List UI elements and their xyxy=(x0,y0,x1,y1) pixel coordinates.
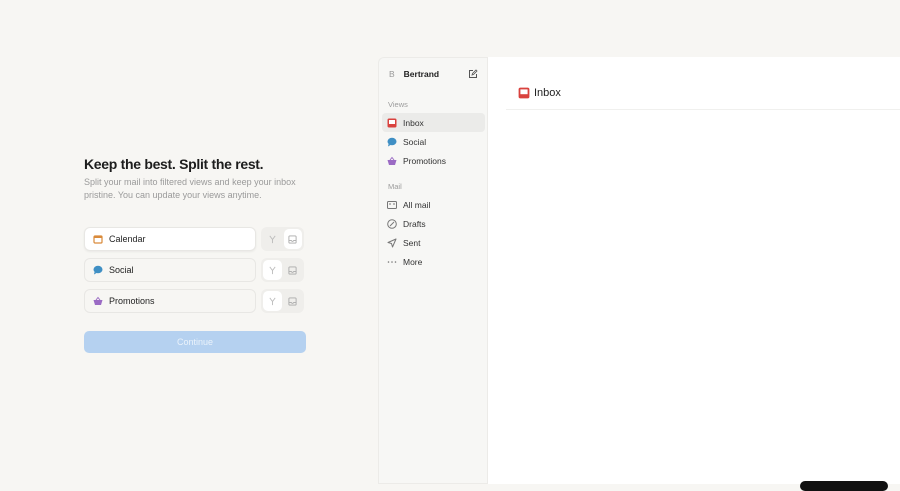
inbox-tray-icon xyxy=(288,234,297,244)
sidebar-item-label: Social xyxy=(403,136,427,147)
inbox-icon xyxy=(518,87,530,99)
onboarding-subtitle: Split your mail into filtered views and … xyxy=(84,177,296,200)
more-dots-icon xyxy=(387,260,397,263)
split-option[interactable] xyxy=(263,260,282,280)
sidebar-item-label: Promotions xyxy=(403,155,446,166)
view-mode-toggle xyxy=(261,289,304,313)
chat-bubble-icon xyxy=(387,137,397,146)
views-heading: Views xyxy=(388,100,408,109)
inbox-tray-icon xyxy=(288,265,297,275)
view-card-promotions[interactable]: Promotions xyxy=(84,289,256,313)
sidebar-item-social[interactable]: Social xyxy=(382,132,485,151)
inbox-option[interactable] xyxy=(284,260,303,280)
view-row-promotions: Promotions xyxy=(84,289,306,313)
inbox-icon xyxy=(387,118,397,127)
view-row-social: Social xyxy=(84,258,306,282)
split-icon xyxy=(269,235,276,243)
view-card-social[interactable]: Social xyxy=(84,258,256,282)
main-header: Inbox xyxy=(518,87,561,99)
account-switcher[interactable]: B Bertrand xyxy=(379,58,488,90)
split-option[interactable] xyxy=(263,291,282,311)
basket-icon xyxy=(387,156,397,165)
sidebar-item-promotions[interactable]: Promotions xyxy=(382,151,485,170)
chat-bubble-icon xyxy=(93,265,103,275)
view-mode-toggle xyxy=(261,227,304,251)
view-label: Promotions xyxy=(109,296,155,306)
sidebar: B Bertrand Views Inbox Social Promotions… xyxy=(378,57,488,484)
sidebar-item-inbox[interactable]: Inbox xyxy=(382,113,485,132)
compose-icon[interactable] xyxy=(468,69,478,79)
basket-icon xyxy=(93,296,103,305)
sidebar-item-label: All mail xyxy=(403,199,431,210)
sidebar-item-all-mail[interactable]: All mail xyxy=(382,195,485,214)
main-pane: Inbox xyxy=(487,57,900,484)
inbox-tray-icon xyxy=(288,296,297,306)
page-title: Inbox xyxy=(534,87,561,99)
avatar: B xyxy=(389,69,395,79)
inbox-option[interactable] xyxy=(284,291,303,311)
view-row-calendar: Calendar xyxy=(84,227,306,251)
sidebar-item-label: More xyxy=(403,256,423,267)
view-label: Social xyxy=(109,265,134,275)
all-mail-icon xyxy=(387,200,397,209)
sidebar-item-label: Drafts xyxy=(403,218,426,229)
mail-heading: Mail xyxy=(388,182,402,191)
continue-button[interactable]: Continue xyxy=(84,331,306,353)
inbox-option[interactable] xyxy=(283,229,302,249)
send-icon xyxy=(387,238,397,247)
user-name: Bertrand xyxy=(403,69,440,79)
sidebar-item-sent[interactable]: Sent xyxy=(382,233,485,252)
split-icon xyxy=(269,266,276,274)
sidebar-item-label: Sent xyxy=(403,237,421,248)
view-label: Calendar xyxy=(109,234,146,244)
view-card-calendar[interactable]: Calendar xyxy=(84,227,256,251)
sidebar-item-more[interactable]: More xyxy=(382,252,485,271)
onboarding-title: Keep the best. Split the rest. xyxy=(84,156,264,172)
split-option[interactable] xyxy=(263,229,282,249)
view-mode-toggle xyxy=(261,258,304,282)
calendar-icon xyxy=(93,235,103,244)
drafts-icon xyxy=(387,218,397,229)
sidebar-item-label: Inbox xyxy=(403,117,424,128)
onboarding-panel: Keep the best. Split the rest. Split you… xyxy=(84,156,306,353)
sidebar-item-drafts[interactable]: Drafts xyxy=(382,214,485,233)
split-icon xyxy=(269,297,276,305)
bottom-toast xyxy=(800,481,888,491)
header-divider xyxy=(506,109,900,110)
